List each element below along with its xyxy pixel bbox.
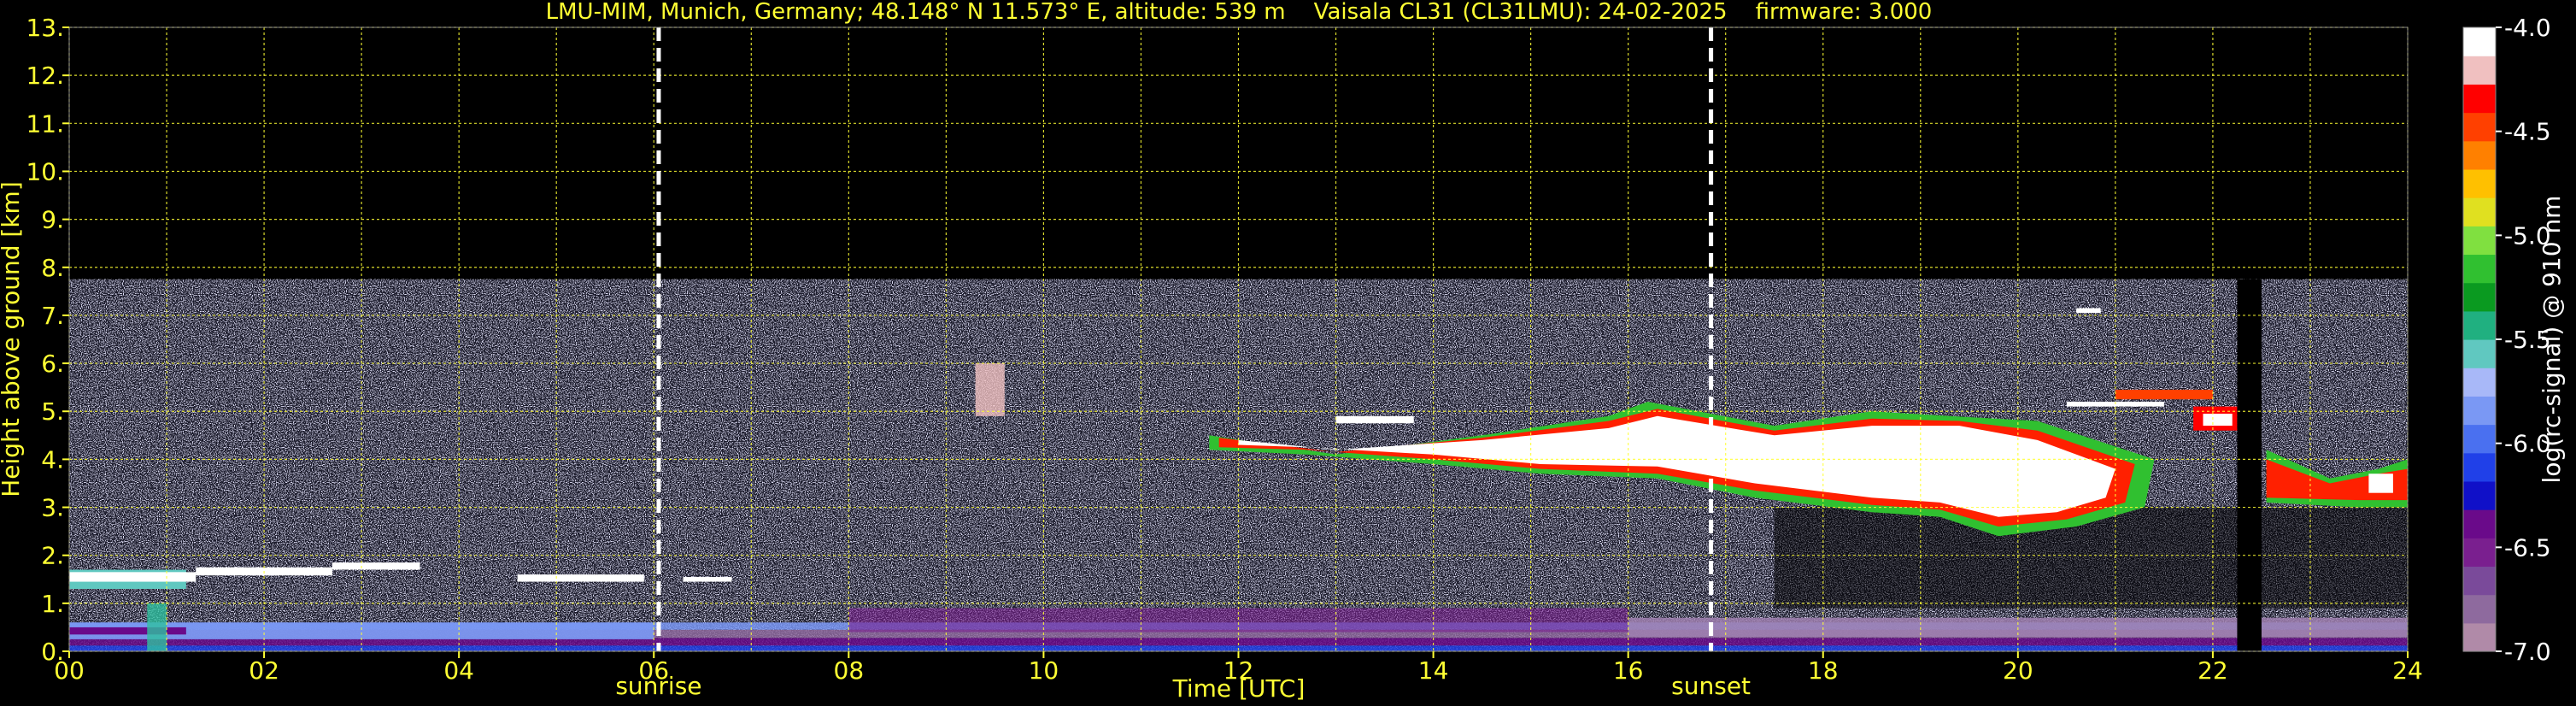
y-tick-label: 5. (41, 397, 64, 426)
low-cloud-core (683, 576, 732, 582)
x-tick-label: 10 (1029, 656, 1059, 685)
colorbar-swatch (2463, 509, 2496, 538)
colorbar-tick-label: -7.0 (2504, 638, 2551, 666)
colorbar-tick-label: -6.5 (2504, 533, 2551, 562)
colorbar-swatch (2463, 339, 2496, 368)
ceilometer-chart: sunrise sunset 00 02 04 06 08 10 12 14 16 18 20 22 24… (0, 0, 2566, 703)
x-tick-label: 16 (1613, 656, 1644, 685)
x-tick-label: 04 (443, 656, 474, 685)
colorbar-swatch (2463, 254, 2496, 284)
colorbar-swatch (2463, 622, 2496, 652)
y-axis: 0. 1. 2. 3. 4. 5. 6. 7. 8. 9. 10. 11. 12. 13. (26, 14, 69, 666)
y-tick-label: 11. (26, 109, 64, 138)
y-tick-label: 7. (41, 302, 64, 330)
y-tick-label: 1. (41, 590, 64, 618)
x-tick-label: 22 (2198, 656, 2228, 685)
y-tick-label: 3. (41, 494, 64, 522)
thin-cloud (2076, 308, 2101, 314)
thin-cloud (2115, 389, 2213, 400)
y-tick-label: 2. (41, 542, 64, 570)
x-tick-label: 08 (834, 656, 865, 685)
colorbar-swatch (2463, 310, 2496, 340)
clear-zone (1774, 507, 2408, 609)
low-cloud-core (69, 572, 197, 582)
plume (147, 603, 167, 651)
colorbar-swatch (2463, 282, 2496, 312)
colorbar-swatch (2463, 56, 2496, 85)
colorbar-tick-label: -4.5 (2504, 118, 2551, 146)
y-axis-label: Height above ground [km] (0, 181, 25, 497)
x-tick-label: 06 (638, 656, 669, 685)
thin-cloud (1335, 415, 1414, 424)
colorbar-swatch (2463, 594, 2496, 624)
y-tick-label: 0. (41, 638, 64, 666)
colorbar-swatch (2463, 168, 2496, 198)
colorbar-swatch (2463, 84, 2496, 114)
x-tick-label: 20 (2003, 656, 2033, 685)
x-tick-label: 24 (2392, 656, 2423, 685)
colorbar-swatch (2463, 480, 2496, 510)
x-axis-label: Time [UTC] (1172, 674, 1306, 703)
y-tick-label: 10. (26, 157, 64, 185)
low-cloud-core (332, 562, 420, 570)
x-tick-label: 02 (249, 656, 279, 685)
colorbar-label: log(rc-signal) @ 910 nm (2538, 196, 2566, 484)
colorbar-swatch (2463, 538, 2496, 568)
morning-aerosol-core (69, 627, 186, 635)
y-tick-label: 9. (41, 206, 64, 234)
colorbar-swatch (2463, 424, 2496, 454)
colorbar-swatch (2463, 197, 2496, 227)
colorbar-swatch (2463, 368, 2496, 397)
colorbar-swatch (2463, 27, 2496, 56)
colorbar-swatch (2463, 452, 2496, 482)
thin-cloud (2203, 414, 2233, 427)
late-cloud-core (2368, 474, 2393, 493)
colorbar-swatch (2463, 112, 2496, 142)
low-cloud-core (517, 574, 644, 582)
virga (975, 363, 1005, 416)
data-gap (2237, 279, 2262, 651)
x-tick-label: 18 (1808, 656, 1839, 685)
colorbar-swatch (2463, 566, 2496, 596)
colorbar-swatch (2463, 396, 2496, 426)
y-tick-label: 13. (26, 14, 64, 42)
colorbar-swatch (2463, 140, 2496, 170)
colorbar-tick-label: -4.0 (2504, 14, 2551, 42)
colorbar-swatch (2463, 226, 2496, 256)
y-tick-label: 4. (41, 445, 64, 474)
x-tick-label: 14 (1418, 656, 1449, 685)
y-tick-label: 6. (41, 350, 64, 378)
y-tick-label: 8. (41, 254, 64, 282)
plot-area: sunrise sunset (68, 26, 2409, 700)
sunset-label: sunset (1671, 672, 1751, 700)
chart-title: LMU-MIM, Munich, Germany; 48.148° N 11.5… (546, 0, 1933, 25)
y-tick-label: 12. (26, 62, 64, 90)
